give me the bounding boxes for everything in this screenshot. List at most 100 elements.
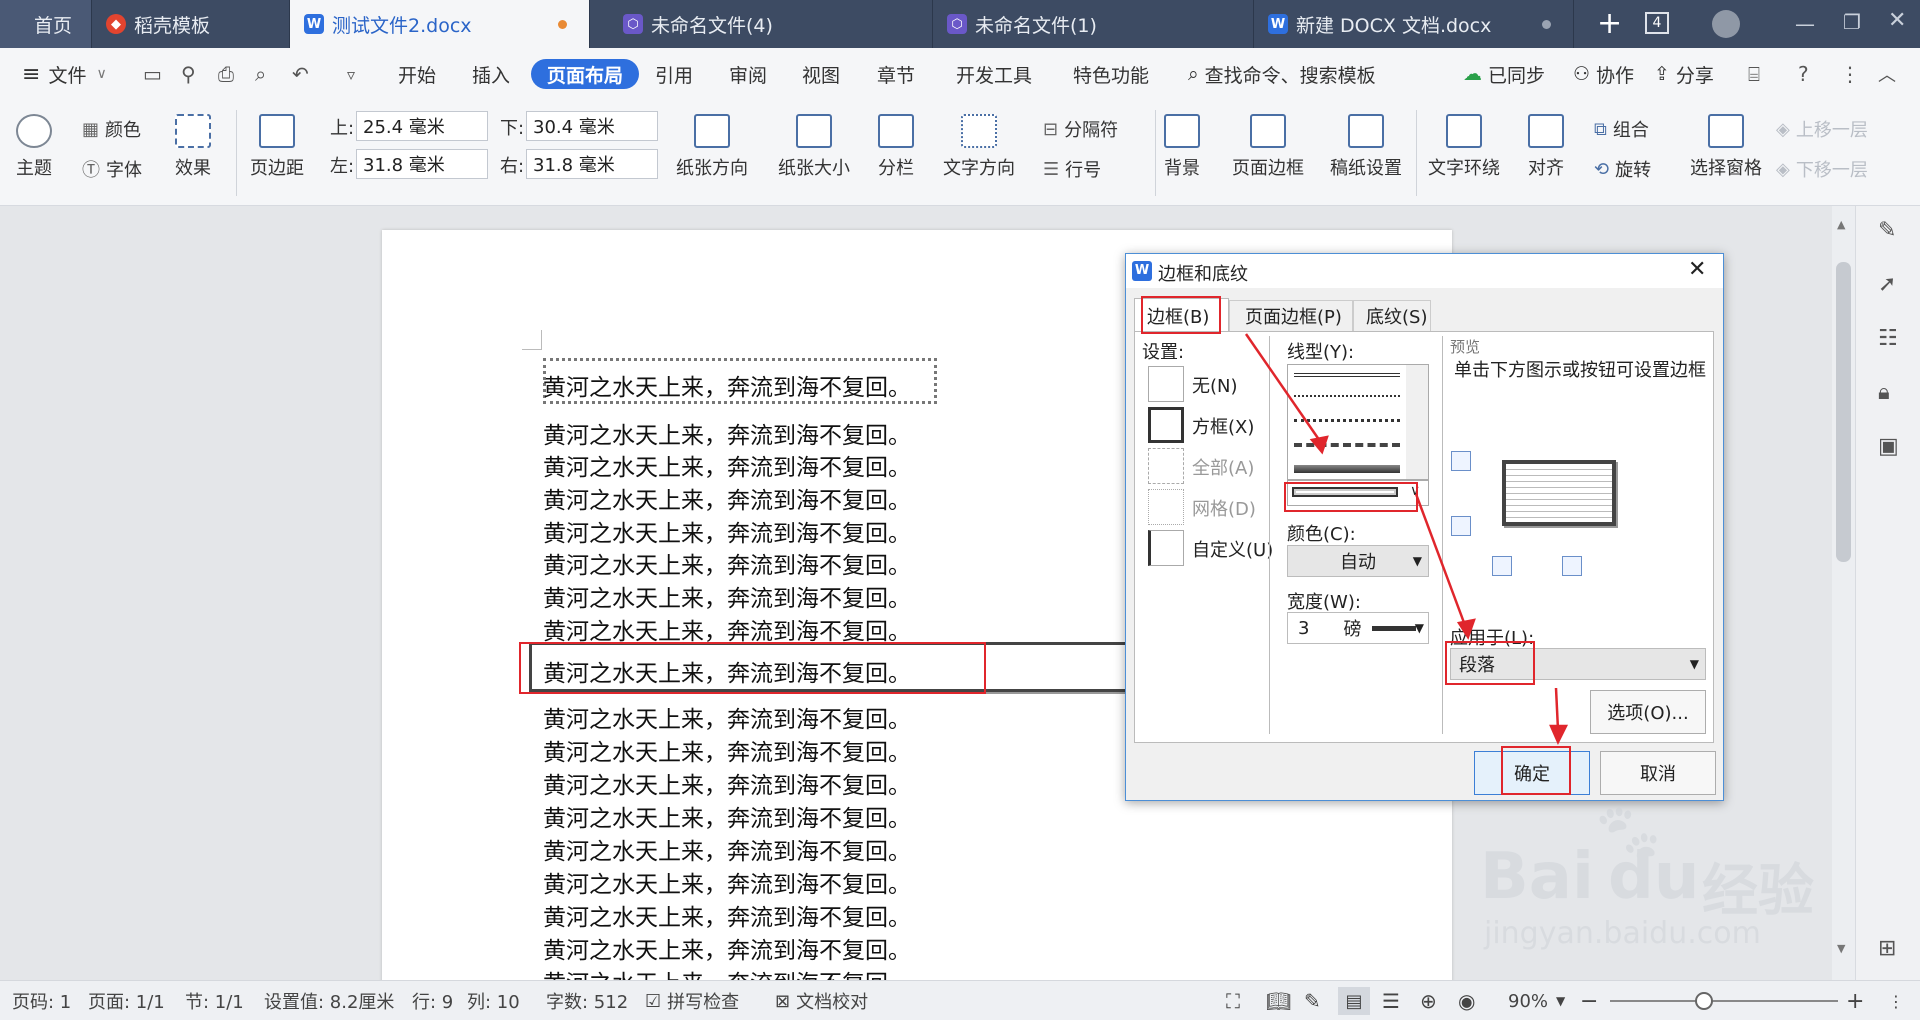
text-line: 黄河之水天上来，奔流到海不复回。 [543, 586, 911, 612]
close-window-button[interactable]: ✕ [1888, 8, 1906, 33]
tab-docer[interactable]: ◆ 稻壳模板 [92, 0, 290, 48]
write-mode-icon[interactable]: ✎ [1304, 981, 1321, 1020]
tab-count-badge[interactable]: 4 [1645, 12, 1669, 34]
rotate-label: 旋转 [1615, 160, 1652, 181]
border-shading-dialog: W 边框和底纹 ✕ 边框(B) 页面边框(P) 底纹(S) 设置: 无(N) 方… [1125, 253, 1724, 801]
tab-new-docx[interactable]: W 新建 DOCX 文档.docx [1254, 0, 1574, 48]
settings-sliders-icon[interactable]: ☷ [1878, 326, 1898, 351]
share-icon: ⇪ [1654, 63, 1670, 85]
margin-button[interactable]: 页边距 [250, 114, 304, 180]
print-preview-icon[interactable]: ⌕ [255, 48, 266, 100]
paper-size-button[interactable]: 纸张大小 [778, 114, 850, 180]
status-words[interactable]: 字数: 512 [546, 981, 628, 1020]
web-view-icon[interactable]: ⊕ [1420, 981, 1437, 1020]
manuscript-button[interactable]: 稿纸设置 [1330, 114, 1402, 180]
toolbox-icon[interactable]: ⌸ [1748, 48, 1760, 100]
text-line: 黄河之水天上来，奔流到海不复回。 [543, 938, 911, 964]
zoom-in-button[interactable]: + [1846, 981, 1864, 1020]
scroll-up-icon[interactable]: ▲ [1837, 218, 1845, 231]
right-margin-field[interactable]: 31.8 毫米 [526, 149, 658, 179]
menu-review[interactable]: 审阅 [729, 48, 767, 100]
bring-forward-button[interactable]: ◈ 上移一层 [1776, 116, 1868, 142]
eye-protect-icon[interactable]: ◉ [1458, 981, 1475, 1020]
undo-icon[interactable]: ↶ [292, 48, 309, 100]
tab-home[interactable]: 首页 [0, 0, 92, 48]
text-wrap-button[interactable]: 文字环绕 [1428, 114, 1500, 180]
more-icon[interactable]: ▿ [347, 48, 355, 100]
restore-button[interactable]: ❐ [1843, 10, 1861, 34]
help-icon[interactable]: ? [1798, 48, 1809, 100]
format-painter-icon[interactable]: ⚲ [181, 48, 196, 100]
color-button[interactable]: ▦ 颜色 [82, 116, 141, 142]
new-tab-button[interactable]: + [1597, 6, 1622, 41]
zoom-out-button[interactable]: − [1580, 981, 1598, 1020]
breaks-icon: ⊟ [1043, 118, 1059, 140]
breaks-button[interactable]: ⊟ 分隔符 [1043, 116, 1118, 142]
effect-icon [175, 114, 211, 148]
command-search[interactable]: ⌕ 查找命令、搜索模板 [1188, 48, 1376, 100]
watermark-brand: Bai [1480, 840, 1594, 914]
spell-check-button[interactable]: ☑ 拼写检查 [645, 981, 739, 1020]
align-button[interactable]: 对齐 [1528, 114, 1564, 180]
pen-icon[interactable]: ✎ [1878, 218, 1896, 243]
share-button[interactable]: ⇪ 分享 [1654, 48, 1714, 100]
selection-pane-button[interactable]: 选择窗格 [1690, 114, 1762, 180]
print-icon[interactable]: ⎙ [218, 48, 234, 100]
scroll-down-icon[interactable]: ▼ [1837, 942, 1845, 955]
outline-icon[interactable]: ☰ [1382, 981, 1400, 1020]
menu-insert[interactable]: 插入 [472, 48, 510, 100]
zoom-dropdown[interactable]: 90% ▼ [1508, 981, 1565, 1020]
file-menu[interactable]: ≡ 文件 ∨ [22, 48, 107, 100]
tab-unnamed-1[interactable]: ⬡ 未命名文件(1) [933, 0, 1254, 48]
collab-button[interactable]: ⚇ 协作 [1573, 48, 1634, 100]
background-button[interactable]: 背景 [1164, 114, 1200, 180]
menu-page-layout[interactable]: 页面布局 [531, 59, 640, 89]
tab-label: 未命名文件(4) [651, 14, 773, 37]
theme-button[interactable]: 主题 [16, 114, 52, 180]
collapse-ribbon-icon[interactable]: ︿ [1878, 48, 1896, 100]
top-margin-value: 25.4 毫米 [363, 117, 445, 138]
menu-special[interactable]: 特色功能 [1073, 48, 1149, 100]
line-number-button[interactable]: ☰ 行号 [1043, 156, 1101, 182]
columns-button[interactable]: 分栏 [878, 114, 914, 180]
bottom-margin-field[interactable]: 30.4 毫米 [526, 111, 658, 141]
text-direction-icon [961, 114, 997, 148]
tab-test-file-2[interactable]: W 测试文件2.docx [290, 0, 590, 48]
zoom-slider-thumb[interactable] [1695, 992, 1713, 1010]
read-mode-icon[interactable]: 📖︎ [1266, 981, 1291, 1020]
cursor-icon[interactable]: ➚ [1878, 272, 1896, 297]
vertical-scrollbar[interactable]: ▲ ▼ [1832, 206, 1855, 980]
avatar[interactable] [1712, 10, 1740, 38]
sync-button[interactable]: ☁ 已同步 [1463, 48, 1545, 100]
send-backward-button[interactable]: ◈ 下移一层 [1776, 156, 1868, 182]
more-options-icon[interactable]: ⋮ [1840, 48, 1860, 100]
tab-label: 首页 [34, 14, 73, 37]
proofread-button[interactable]: ⊠ 文档校对 [775, 981, 868, 1020]
menu-view[interactable]: 视图 [802, 48, 840, 100]
status-menu-icon[interactable]: ⋮ [1888, 981, 1904, 1020]
font-circle-icon: Ⓣ [82, 160, 100, 181]
lock-icon[interactable]: 🔒︎ [1878, 380, 1890, 405]
menu-section[interactable]: 章节 [877, 48, 915, 100]
group-button[interactable]: ⧉ 组合 [1594, 116, 1649, 142]
left-margin-field[interactable]: 31.8 毫米 [356, 149, 488, 179]
tab-unnamed-4[interactable]: ⬡ 未命名文件(4) [609, 0, 933, 48]
menu-home[interactable]: 开始 [398, 48, 436, 100]
menu-references[interactable]: 引用 [655, 48, 693, 100]
font-button[interactable]: Ⓣ 字体 [82, 156, 142, 182]
minimize-button[interactable]: — [1795, 12, 1815, 36]
top-margin-field[interactable]: 25.4 毫米 [356, 111, 488, 141]
orientation-button[interactable]: 纸张方向 [676, 114, 748, 180]
apps-grid-icon[interactable]: ⊞ [1878, 936, 1896, 961]
zoom-slider-track[interactable] [1610, 1000, 1838, 1002]
image-icon[interactable]: ▣ [1878, 434, 1899, 459]
save-icon[interactable]: ▭ [143, 48, 162, 100]
fullscreen-icon[interactable]: ⛶ [1226, 981, 1240, 1020]
page-border-button[interactable]: 页面边框 [1232, 114, 1304, 180]
effect-button[interactable]: 效果 [175, 114, 211, 180]
text-direction-button[interactable]: 文字方向 [943, 114, 1015, 180]
rotate-button[interactable]: ⟲ 旋转 [1594, 156, 1651, 182]
page-view-icon[interactable]: ▤ [1338, 987, 1370, 1015]
menu-dev-tools[interactable]: 开发工具 [956, 48, 1032, 100]
scroll-thumb[interactable] [1836, 262, 1851, 562]
